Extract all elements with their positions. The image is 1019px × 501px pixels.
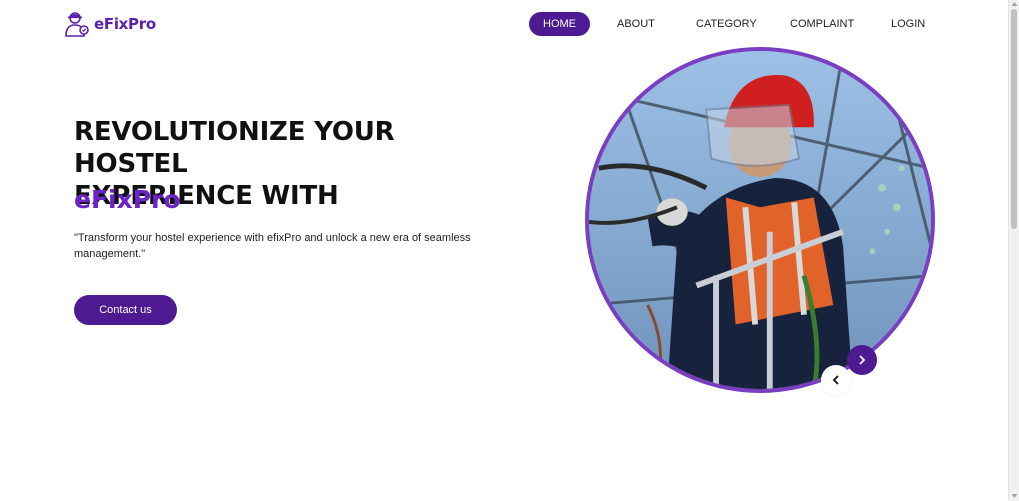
scroll-up-arrow-icon[interactable]: [1011, 1, 1018, 7]
hero-image-circle: [585, 47, 935, 393]
page: eFixPro HOME ABOUT CATEGORY COMPLAINT LO…: [0, 0, 1008, 501]
chevron-right-icon: [859, 355, 866, 365]
electrician-photo: [589, 51, 931, 389]
hero-tagline: "Transform your hostel experience with e…: [74, 232, 471, 260]
nav-category[interactable]: CATEGORY: [696, 12, 757, 36]
contact-us-button[interactable]: Contact us: [74, 295, 177, 325]
chevron-left-icon: [832, 375, 839, 385]
scrollbar-thumb[interactable]: [1011, 9, 1017, 229]
logo-text: eFixPro: [94, 15, 156, 33]
technician-icon: [65, 12, 89, 37]
nav-login[interactable]: LOGIN: [891, 12, 925, 36]
vertical-scrollbar[interactable]: [1008, 0, 1019, 501]
carousel-prev-button[interactable]: [821, 365, 851, 395]
carousel-next-button[interactable]: [847, 345, 877, 375]
scroll-down-arrow-icon[interactable]: [1011, 493, 1018, 499]
nav-about[interactable]: ABOUT: [617, 12, 655, 36]
nav-home[interactable]: HOME: [529, 12, 590, 36]
nav-complaint[interactable]: COMPLAINT: [790, 12, 854, 36]
logo[interactable]: eFixPro: [64, 11, 156, 37]
headline-line-1: REVOLUTIONIZE YOUR HOSTEL: [74, 117, 395, 179]
hero-brand: eFixPro: [74, 185, 181, 214]
